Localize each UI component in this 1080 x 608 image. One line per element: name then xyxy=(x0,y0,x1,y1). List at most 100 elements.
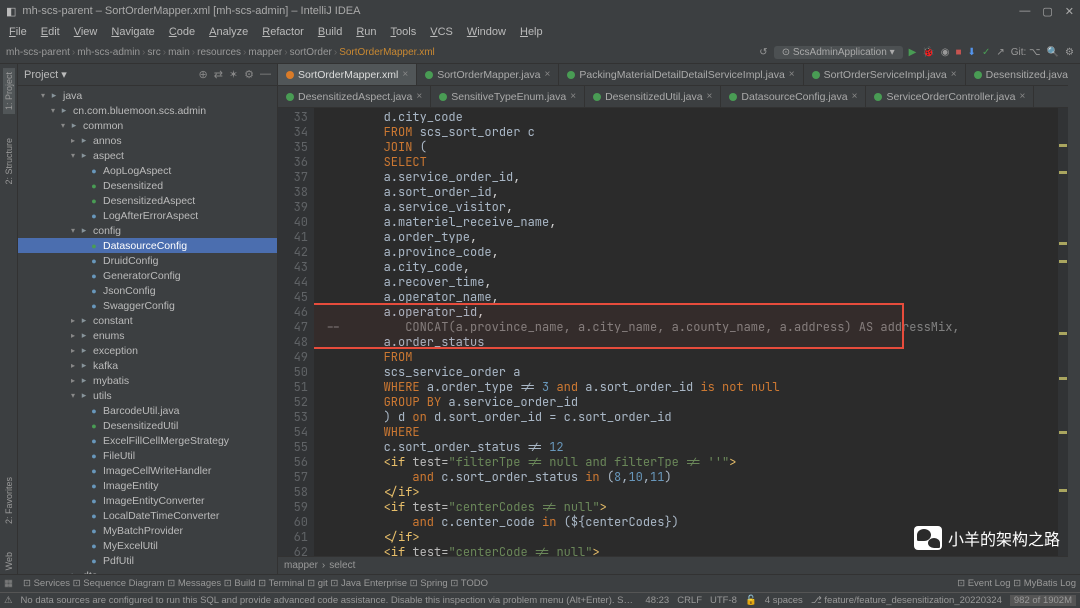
tree-item[interactable]: ●PdfUtil xyxy=(18,553,277,568)
git-label[interactable]: Git: ⌥ xyxy=(1011,47,1041,58)
tree-item[interactable]: ▸▸mybatis xyxy=(18,373,277,388)
tree-item[interactable]: ●MyExcelUtil xyxy=(18,538,277,553)
tree-item[interactable]: ▸▸exception xyxy=(18,343,277,358)
caret-position[interactable]: 48:23 xyxy=(645,595,669,606)
tree-item[interactable]: ●DatasourceConfig xyxy=(18,238,277,253)
menu-view[interactable]: View xyxy=(69,24,103,40)
bottom-tool-event-log[interactable]: ⊡ Event Log xyxy=(957,578,1010,589)
tree-item[interactable]: ●DesensitizedAspect xyxy=(18,193,277,208)
tree-item[interactable]: ▸▸dto xyxy=(18,568,277,574)
close-tab-icon[interactable]: × xyxy=(852,91,858,102)
bottom-tool-java-enterprise[interactable]: ⊡ Java Enterprise xyxy=(330,578,407,589)
git-commit-icon[interactable]: ✓ xyxy=(982,47,990,58)
tree-item[interactable]: ●SwaggerConfig xyxy=(18,298,277,313)
editor-tab[interactable]: DatasourceConfig.java× xyxy=(721,86,866,107)
tree-item[interactable]: ▾▸config xyxy=(18,223,277,238)
tree-item[interactable]: ●Desensitized xyxy=(18,178,277,193)
tree-item[interactable]: ●LocalDateTimeConverter xyxy=(18,508,277,523)
bottom-tool-sequence-diagram[interactable]: ⊡ Sequence Diagram xyxy=(73,578,165,589)
collapse-icon[interactable]: ✶ xyxy=(229,68,238,81)
breadcrumb-file[interactable]: SortOrderMapper.xml xyxy=(339,47,435,58)
lock-icon[interactable]: 🔓 xyxy=(745,595,757,606)
bottom-tool-todo[interactable]: ⊡ TODO xyxy=(450,578,488,589)
bottom-tool-spring[interactable]: ⊡ Spring xyxy=(410,578,448,589)
indent[interactable]: 4 spaces xyxy=(765,595,803,606)
select-opened-icon[interactable]: ⊕ xyxy=(198,68,207,81)
tree-item[interactable]: ●DesensitizedUtil xyxy=(18,418,277,433)
editor-tab[interactable]: ServiceOrderController.java× xyxy=(866,86,1034,107)
tree-item[interactable]: ▾▸aspect xyxy=(18,148,277,163)
menu-analyze[interactable]: Analyze xyxy=(204,24,253,40)
editor-tab[interactable]: DesensitizedAspect.java× xyxy=(278,86,431,107)
code-body[interactable]: d.city_code FROM scs_sort_order c JOIN (… xyxy=(314,108,1068,556)
tree-item[interactable]: ●LogAfterErrorAspect xyxy=(18,208,277,223)
tree-item[interactable]: ▾▸java xyxy=(18,88,277,103)
memory-indicator[interactable]: 982 of 1902M xyxy=(1010,595,1076,606)
tree-item[interactable]: ●BarcodeUtil.java xyxy=(18,403,277,418)
tree-item[interactable]: ●ImageEntityConverter xyxy=(18,493,277,508)
bottom-tool-mybatis-log[interactable]: ⊡ MyBatis Log xyxy=(1013,578,1076,589)
tool-window-icon[interactable]: ▦ xyxy=(4,578,13,589)
menu-refactor[interactable]: Refactor xyxy=(257,24,309,40)
run-button[interactable]: ▶ xyxy=(909,47,917,58)
close-tab-icon[interactable]: × xyxy=(402,69,408,80)
coverage-button[interactable]: ◉ xyxy=(941,47,950,58)
menu-window[interactable]: Window xyxy=(462,24,511,40)
menu-run[interactable]: Run xyxy=(351,24,381,40)
undo-icon[interactable]: ↺ xyxy=(759,47,767,58)
breadcrumb-part[interactable]: mh-scs-admin xyxy=(77,47,140,58)
tree-item[interactable]: ●ImageCellWriteHandler xyxy=(18,463,277,478)
tree-item[interactable]: ●JsonConfig xyxy=(18,283,277,298)
tree-item[interactable]: ▸▸annos xyxy=(18,133,277,148)
editor-tab[interactable]: DesensitizedUtil.java× xyxy=(585,86,721,107)
bottom-tool-messages[interactable]: ⊡ Messages xyxy=(167,578,221,589)
tree-item[interactable]: ●MyBatchProvider xyxy=(18,523,277,538)
tree-item[interactable]: ▾▸utils xyxy=(18,388,277,403)
menu-tools[interactable]: Tools xyxy=(386,24,422,40)
menu-code[interactable]: Code xyxy=(164,24,200,40)
code-editor[interactable]: 33 34 35 36 37 38 39 40 41 42 43 44 45 4… xyxy=(278,108,1068,556)
minimize-button[interactable]: — xyxy=(1019,5,1030,18)
breadcrumb-part[interactable]: src xyxy=(147,47,160,58)
editor-tab[interactable]: SensitiveTypeEnum.java× xyxy=(431,86,585,107)
tool-tab-web[interactable]: Web xyxy=(3,548,15,574)
tool-tab-favorites[interactable]: 2: Favorites xyxy=(3,473,15,528)
tree-item[interactable]: ▸▸enums xyxy=(18,328,277,343)
tree-item[interactable]: ●DruidConfig xyxy=(18,253,277,268)
gear-icon[interactable]: ⚙ xyxy=(244,68,254,81)
tool-tab-structure[interactable]: 2: Structure xyxy=(3,134,15,189)
tree-item[interactable]: ▾▸common xyxy=(18,118,277,133)
close-tab-icon[interactable]: × xyxy=(1019,91,1025,102)
close-tab-icon[interactable]: × xyxy=(789,69,795,80)
line-separator[interactable]: CRLF xyxy=(677,595,702,606)
debug-button[interactable]: 🐞 xyxy=(922,47,934,58)
bottom-tool-services[interactable]: ⊡ Services xyxy=(23,578,70,589)
close-tab-icon[interactable]: × xyxy=(570,91,576,102)
maximize-button[interactable]: ▢ xyxy=(1042,5,1052,18)
settings-icon[interactable]: ⚙ xyxy=(1065,47,1074,58)
tree-item[interactable]: ●GeneratorConfig xyxy=(18,268,277,283)
search-icon[interactable]: 🔍 xyxy=(1047,47,1059,58)
menu-file[interactable]: File xyxy=(4,24,32,40)
bottom-tool-build[interactable]: ⊡ Build xyxy=(224,578,256,589)
project-tree[interactable]: ▾▸java▾▸cn.com.bluemoon.scs.admin▾▸commo… xyxy=(18,86,277,574)
breadcrumb-part[interactable]: resources xyxy=(197,47,241,58)
crumb-mapper[interactable]: mapper xyxy=(284,560,318,571)
tree-item[interactable]: ●FileUtil xyxy=(18,448,277,463)
menu-help[interactable]: Help xyxy=(515,24,548,40)
tree-item[interactable]: ●ExcelFillCellMergeStrategy xyxy=(18,433,277,448)
bottom-tool-git[interactable]: ⊡ git xyxy=(307,578,328,589)
tree-item[interactable]: ▸▸kafka xyxy=(18,358,277,373)
editor-tab[interactable]: PackingMaterialDetailDetailServiceImpl.j… xyxy=(559,64,803,85)
run-config-selector[interactable]: ⊙ ScsAdminApplication ▾ xyxy=(774,46,903,59)
menu-build[interactable]: Build xyxy=(313,24,347,40)
tool-tab-project[interactable]: 1: Project xyxy=(3,68,15,114)
close-tab-icon[interactable]: × xyxy=(707,91,713,102)
bottom-tool-terminal[interactable]: ⊡ Terminal xyxy=(258,578,304,589)
breadcrumb-part[interactable]: main xyxy=(168,47,190,58)
close-button[interactable]: ✕ xyxy=(1065,5,1074,18)
tree-item[interactable]: ▸▸constant xyxy=(18,313,277,328)
expand-all-icon[interactable]: ⇄ xyxy=(214,68,223,81)
menu-edit[interactable]: Edit xyxy=(36,24,65,40)
git-push-icon[interactable]: ↗ xyxy=(996,47,1004,58)
